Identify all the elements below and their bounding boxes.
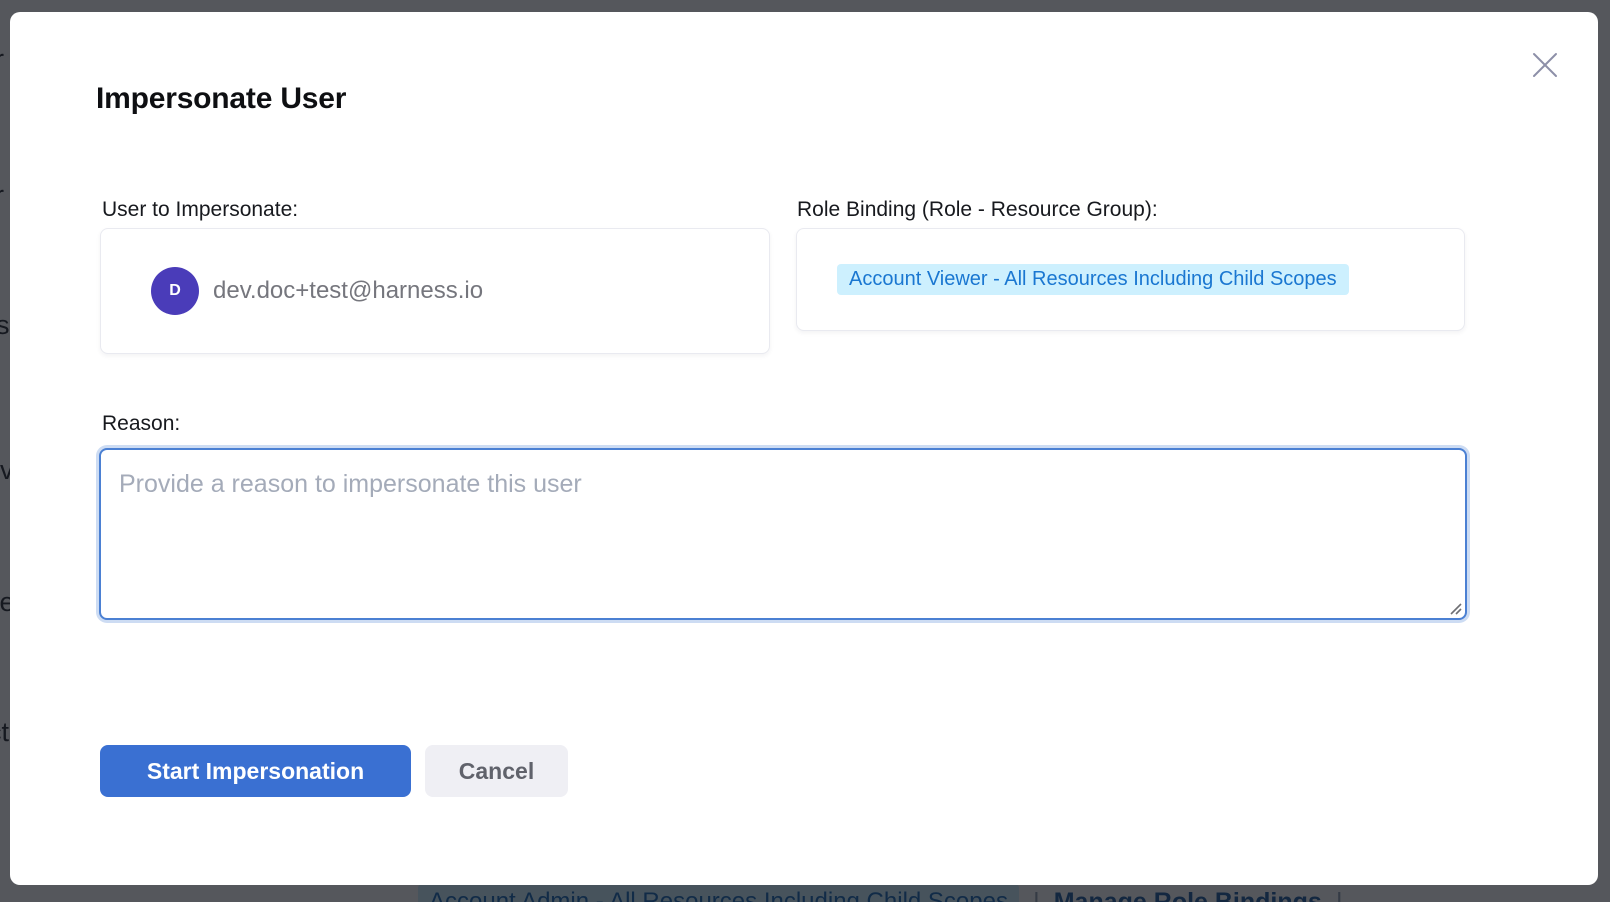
avatar: D bbox=[151, 267, 199, 315]
reason-label: Reason: bbox=[102, 412, 180, 436]
start-impersonation-button[interactable]: Start Impersonation bbox=[100, 745, 411, 797]
reason-field-wrapper bbox=[99, 448, 1467, 620]
close-button[interactable] bbox=[1528, 48, 1562, 82]
impersonate-user-dialog: Impersonate User User to Impersonate: Ro… bbox=[10, 12, 1598, 885]
cancel-button[interactable]: Cancel bbox=[425, 745, 568, 797]
user-to-impersonate-label: User to Impersonate: bbox=[102, 198, 298, 222]
screen: r r gs ev ve ct Account Admin - All Reso… bbox=[0, 0, 1610, 902]
user-card: D dev.doc+test@harness.io bbox=[100, 228, 770, 354]
user-email: dev.doc+test@harness.io bbox=[213, 277, 483, 305]
reason-input[interactable] bbox=[99, 448, 1467, 620]
role-binding-label: Role Binding (Role - Resource Group): bbox=[797, 198, 1158, 222]
dialog-title: Impersonate User bbox=[96, 82, 346, 116]
role-binding-card: Account Viewer - All Resources Including… bbox=[796, 228, 1465, 331]
role-binding-tag: Account Viewer - All Resources Including… bbox=[837, 264, 1349, 295]
close-icon bbox=[1531, 51, 1559, 79]
